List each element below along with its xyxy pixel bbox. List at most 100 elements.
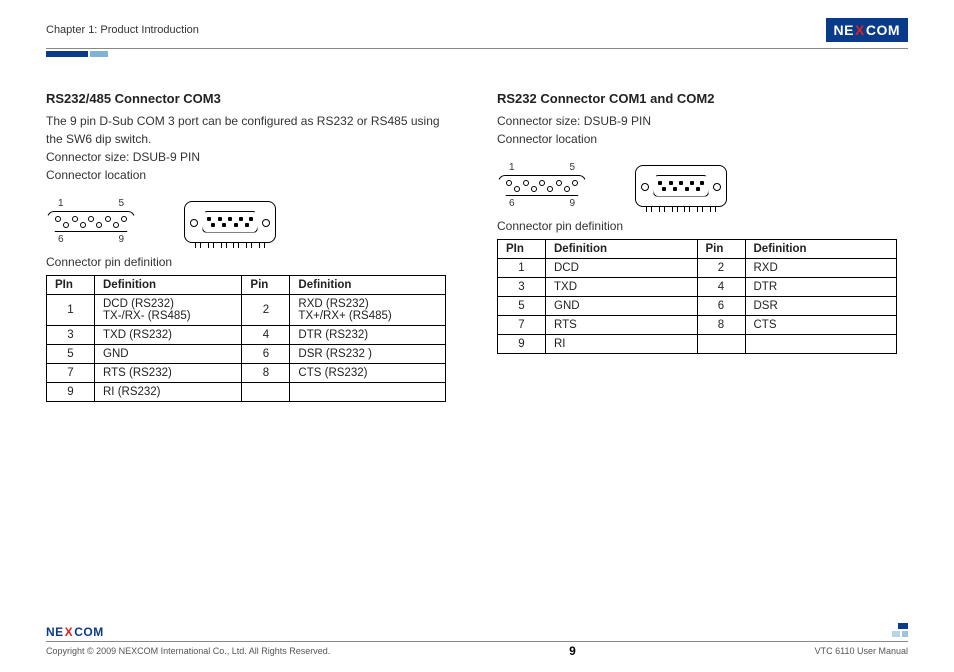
cell-def [745,335,897,354]
table-header: Definition [546,240,698,259]
footer-nexcom-logo: NEXCOM [46,625,104,639]
serial-port-icon [184,201,276,243]
cell-pin: 8 [697,316,745,335]
cell-pin: 9 [498,335,546,354]
table-row: 5 GND 6 DSR [498,297,897,316]
pin-label-6: 6 [58,234,64,245]
cell-def: DTR (RS232) [290,326,446,345]
cell-def: RI [546,335,698,354]
table-header: PIn [498,240,546,259]
nexcom-logo: NEXCOM [826,18,908,42]
table-header: Definition [745,240,897,259]
table-row: 7 RTS 8 CTS [498,316,897,335]
table-header: PIn [47,276,95,295]
table-header: Pin [697,240,745,259]
cell-def: DCD [546,259,698,278]
com12-connector-location-label: Connector location [497,130,908,148]
com12-pindef-label: Connector pin definition [497,219,908,233]
table-row: 5 GND 6 DSR (RS232 ) [47,345,446,364]
cell-def: RTS (RS232) [95,364,242,383]
pin-label-5: 5 [118,198,124,209]
section-title-com3: RS232/485 Connector COM3 [46,91,457,106]
logo-text-x: X [854,22,866,38]
left-column: RS232/485 Connector COM3 The 9 pin D-Sub… [46,91,457,402]
com3-connector-size: Connector size: DSUB-9 PIN [46,148,457,166]
table-row: 1 DCD 2 RXD [498,259,897,278]
pin-label-5: 5 [569,162,575,173]
accent-bar [46,51,908,57]
cell-pin: 1 [498,259,546,278]
cell-def: RXD (RS232) TX+/RX+ (RS485) [290,295,446,326]
logo-text-pre: NE [834,22,854,38]
table-row: 9 RI (RS232) [47,383,446,402]
pin-label-1: 1 [58,198,64,209]
chapter-label: Chapter 1: Product Introduction [46,24,199,36]
page-header: Chapter 1: Product Introduction NEXCOM [46,16,908,44]
cell-def: CTS [745,316,897,335]
cell-pin: 7 [47,364,95,383]
cell-pin: 4 [697,278,745,297]
com12-diagrams: 1 5 6 9 [497,162,908,209]
table-header: Definition [95,276,242,295]
cell-def: RXD [745,259,897,278]
table-row: 7 RTS (RS232) 8 CTS (RS232) [47,364,446,383]
cell-def: DSR (RS232 ) [290,345,446,364]
table-row: 3 TXD 4 DTR [498,278,897,297]
cell-pin: 9 [47,383,95,402]
cell-pin: 2 [242,295,290,326]
right-column: RS232 Connector COM1 and COM2 Connector … [497,91,908,402]
com3-description: The 9 pin D-Sub COM 3 port can be config… [46,112,457,148]
section-title-com12: RS232 Connector COM1 and COM2 [497,91,908,106]
cell-pin: 5 [498,297,546,316]
logo-text-x: X [64,625,75,639]
cell-def: RI (RS232) [95,383,242,402]
table-header: Definition [290,276,446,295]
cell-pin: 8 [242,364,290,383]
cell-pin: 4 [242,326,290,345]
cell-pin: 6 [242,345,290,364]
cell-def: DTR [745,278,897,297]
table-header: Pin [242,276,290,295]
footer-mark-icon [890,623,908,639]
cell-def [290,383,446,402]
com3-table-body: 1 DCD (RS232) TX-/RX- (RS485) 2 RXD (RS2… [47,295,446,402]
cell-pin: 1 [47,295,95,326]
cell-def: GND [95,345,242,364]
dsub-schematic-icon: 1 5 6 9 [497,162,587,209]
cell-pin [697,335,745,354]
cell-def: GND [546,297,698,316]
header-rule [46,48,908,49]
logo-text-post: COM [866,22,900,38]
footer-rule [46,641,908,642]
pin-label-9: 9 [569,198,575,209]
cell-pin: 3 [47,326,95,345]
com3-pindef-label: Connector pin definition [46,255,457,269]
page-number: 9 [569,644,576,658]
cell-pin [242,383,290,402]
cell-def: TXD [546,278,698,297]
copyright-text: Copyright © 2009 NEXCOM International Co… [46,646,330,656]
cell-pin: 2 [697,259,745,278]
cell-pin: 5 [47,345,95,364]
cell-pin: 3 [498,278,546,297]
content-columns: RS232/485 Connector COM3 The 9 pin D-Sub… [46,91,908,402]
table-row: 3 TXD (RS232) 4 DTR (RS232) [47,326,446,345]
table-row: 9 RI [498,335,897,354]
com3-pin-table: PIn Definition Pin Definition 1 DCD (RS2… [46,275,446,402]
cell-def: RTS [546,316,698,335]
logo-text-pre: NE [46,625,64,639]
cell-def: DCD (RS232) TX-/RX- (RS485) [95,295,242,326]
pin-label-6: 6 [509,198,515,209]
serial-port-icon [635,165,727,207]
pin-label-9: 9 [118,234,124,245]
cell-pin: 6 [697,297,745,316]
cell-def: CTS (RS232) [290,364,446,383]
manual-name: VTC 6110 User Manual [815,646,908,656]
cell-def: TXD (RS232) [95,326,242,345]
com3-connector-location-label: Connector location [46,166,457,184]
table-row: 1 DCD (RS232) TX-/RX- (RS485) 2 RXD (RS2… [47,295,446,326]
dsub-schematic-icon: 1 5 6 9 [46,198,136,245]
cell-pin: 7 [498,316,546,335]
com12-pin-table: PIn Definition Pin Definition 1 DCD 2 RX… [497,239,897,354]
com3-diagrams: 1 5 6 9 [46,198,457,245]
